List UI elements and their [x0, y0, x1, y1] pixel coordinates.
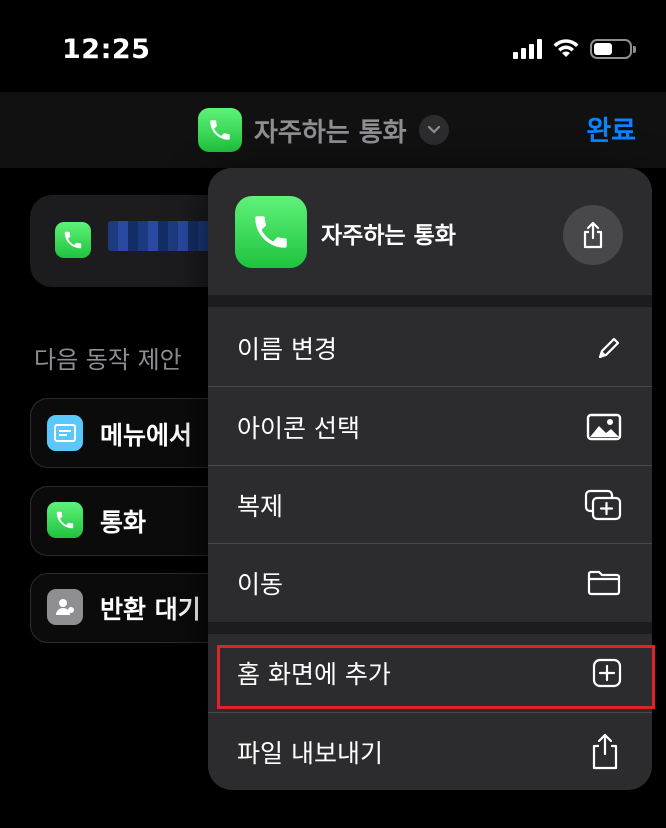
status-icons — [513, 38, 636, 59]
shortcut-title-menu[interactable]: 자주하는 통화 — [198, 108, 449, 152]
menu-item-label: 이름 변경 — [237, 334, 337, 364]
menu-item-move[interactable]: 이동 — [208, 544, 652, 621]
menu-divider — [208, 386, 652, 387]
nav-title: 자주하는 통화 — [254, 117, 407, 148]
phone-app-icon — [55, 222, 91, 258]
section-label: 다음 동작 제안 — [34, 346, 182, 374]
person-app-icon — [47, 589, 83, 625]
image-icon — [586, 413, 622, 440]
menu-item-choose-icon[interactable]: 아이콘 선택 — [208, 388, 652, 465]
cellular-signal-icon — [513, 38, 542, 59]
folder-icon — [587, 570, 621, 595]
wifi-icon — [553, 39, 579, 57]
suggested-action-label: 메뉴에서 — [100, 421, 193, 450]
menu-item-export-file[interactable]: 파일 내보내기 — [208, 713, 652, 790]
menu-item-rename[interactable]: 이름 변경 — [208, 309, 652, 386]
share-button[interactable] — [563, 205, 623, 265]
phone-app-icon — [198, 108, 242, 152]
phone-app-icon — [235, 196, 307, 268]
redacted-contact — [108, 221, 218, 251]
menu-item-label: 아이콘 선택 — [237, 413, 360, 443]
menu-separator — [208, 295, 652, 307]
menu-item-label: 파일 내보내기 — [237, 738, 383, 768]
menu-item-label: 이동 — [237, 569, 284, 599]
chevron-down-icon — [418, 115, 449, 145]
share-icon — [583, 221, 603, 249]
menu-app-icon — [47, 415, 83, 451]
battery-icon — [590, 38, 636, 59]
menu-item-label: 복제 — [237, 491, 284, 521]
highlight-annotation — [217, 645, 655, 709]
suggested-action-label: 반환 대기 — [100, 595, 201, 624]
menu-separator — [208, 622, 652, 634]
done-button[interactable]: 완료 — [586, 109, 636, 148]
suggested-action-label: 통화 — [100, 508, 147, 537]
share-icon — [592, 733, 618, 769]
pencil-icon — [598, 337, 620, 358]
phone-app-icon — [47, 502, 83, 538]
duplicate-icon — [584, 489, 622, 520]
menu-item-duplicate[interactable]: 복제 — [208, 466, 652, 543]
menu-header-title: 자주하는 통화 — [321, 223, 456, 249]
status-time: 12:25 — [62, 34, 151, 65]
